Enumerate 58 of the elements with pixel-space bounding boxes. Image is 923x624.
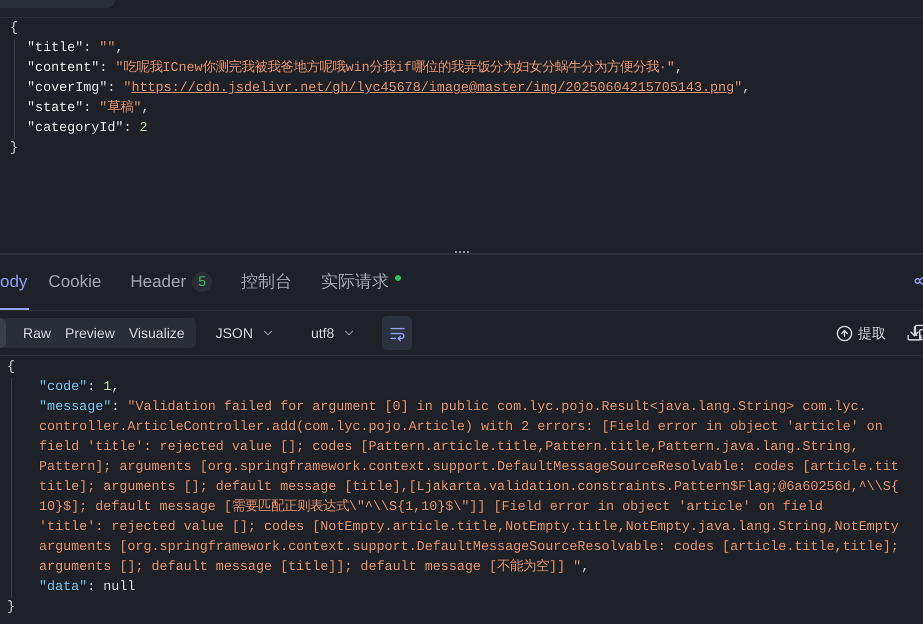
json-key: "state": [27, 99, 84, 119]
string-value: controller.ArticleController.add(com.lyc.pojo.Article) with 2 errors: [Field error in object 'article' on: [39, 420, 883, 435]
resize-handle[interactable]: [454, 251, 468, 253]
json-key: "code": [39, 378, 88, 398]
response-tab[interactable]: ody: [0, 255, 30, 310]
punctuation: :: [87, 379, 96, 397]
json-key: "categoryId": [27, 119, 124, 139]
json-value: 1: [103, 379, 112, 397]
encoding-dropdown[interactable]: utf8: [310, 322, 356, 344]
json-value: "草稿": [99, 99, 142, 118]
string-value: field 'title': rejected value []; codes [Pattern.article.title,Pattern.title,Pattern.java.lang.String,: [39, 440, 859, 455]
json-value: "": [99, 40, 116, 58]
punctuation: :: [83, 100, 92, 118]
json-value: 2: [139, 120, 148, 138]
string-value: arguments []; default message [title]]; default message [不能为空]] ": [39, 560, 582, 575]
punctuation: ,: [674, 60, 683, 78]
punctuation: ,: [111, 379, 120, 397]
punctuation: ,: [115, 40, 124, 58]
string-value: arguments [org.springframework.context.support.DefaultMessageSourceResolvable: codes [article.title,title];: [39, 540, 899, 555]
view-mode-tab[interactable]: Raw: [16, 320, 58, 346]
punctuation: ,: [581, 560, 590, 575]
view-mode-tab[interactable]: Preview: [58, 320, 122, 346]
brace: {: [7, 360, 16, 375]
response-tab[interactable]: 控制台: [231, 255, 302, 310]
punctuation: ,: [742, 80, 750, 98]
json-key: "title": [27, 39, 84, 59]
punctuation: :: [123, 120, 132, 138]
brace: {: [10, 21, 18, 36]
json-value: "Validation failed for argument [0] in public com.lyc.pojo.Result<java.lang.String> com.lyc.: [127, 399, 867, 417]
response-tab[interactable]: 实际请求: [311, 255, 412, 310]
download-icon[interactable]: [906, 324, 923, 342]
link-value[interactable]: "https://cdn.jsdelivr.net/gh/lyc45678/image@master/img/20250604215705143.png": [123, 79, 742, 99]
json-key: "content": [27, 59, 100, 79]
string-value: 'title': rejected value []; codes [NotEmpty.article.title,NotEmpty.title,NotEmpty.java.lang.String,NotEmpty: [39, 520, 899, 535]
punctuation: :: [83, 40, 92, 58]
punctuation: :: [111, 399, 120, 417]
response-tab[interactable]: Cookie: [38, 255, 112, 310]
string-value: 10}$]; default message [需要匹配正则表达式\"^\\S{1,10}$\"]] [Field error in object 'article' on field: [39, 500, 823, 515]
view-mode-tab[interactable]: Visualize: [122, 320, 192, 346]
punctuation: :: [87, 579, 96, 597]
brace: }: [10, 141, 18, 156]
json-value: "吃呢我ICnew你测完我被我爸地方呢哦win分我if哪位的我弄饭分为妇女分蜗牛分为方便分我·": [115, 59, 675, 78]
json-key: "data": [39, 578, 88, 598]
json-key: "message": [39, 398, 112, 418]
upload-circle-icon: [836, 324, 853, 342]
string-value: title]; arguments []; default message [title],[Ljakarta.validation.constraints.Pattern$Flag;@6a60256d,^\\S{: [39, 480, 899, 495]
wrap-button[interactable]: [382, 316, 412, 350]
string-value: Pattern]; arguments [org.springframework.context.support.DefaultMessageSourceResolvable: codes [article.tit: [39, 460, 899, 475]
format-dropdown[interactable]: JSON: [216, 322, 275, 344]
json-key: "coverImg": [27, 79, 108, 99]
response-tab[interactable]: Header 5: [120, 255, 222, 310]
punctuation: :: [99, 60, 108, 78]
brace: }: [7, 600, 16, 615]
punctuation: :: [107, 80, 116, 98]
punctuation: ,: [141, 100, 150, 118]
json-value: null: [103, 579, 136, 597]
count-badge: 5: [192, 272, 212, 292]
extract-button[interactable]: 提取: [836, 322, 886, 344]
